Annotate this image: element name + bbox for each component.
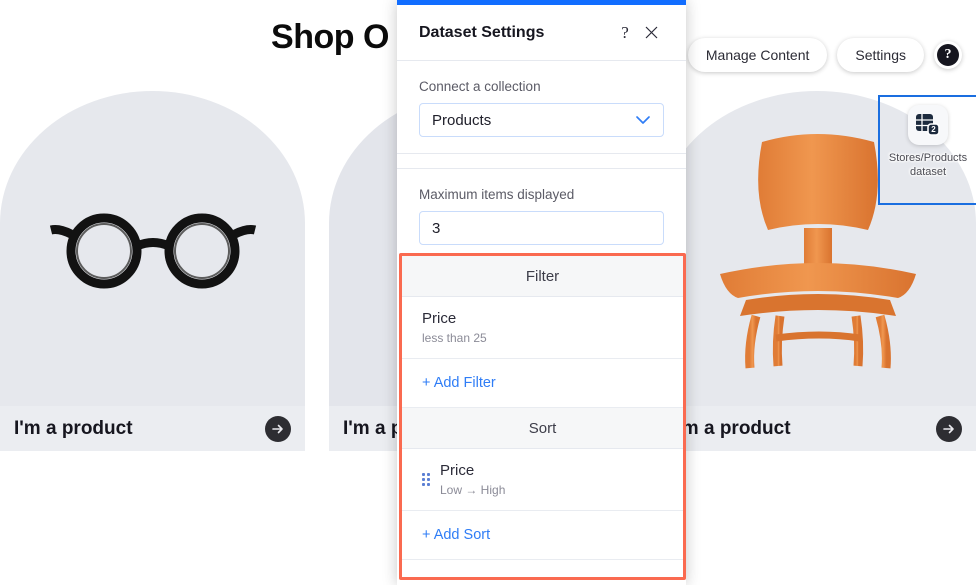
product-arrow-button[interactable] xyxy=(936,415,962,442)
sort-rule-field: Price xyxy=(440,462,475,479)
dataset-icon[interactable]: 2 xyxy=(908,105,948,145)
filter-rule-text: Price less than 25 xyxy=(422,309,663,345)
sort-section-title: Sort xyxy=(402,408,683,449)
panel-title: Dataset Settings xyxy=(419,23,545,41)
filter-section-title: Filter xyxy=(402,256,683,297)
product-arrow-button[interactable] xyxy=(265,415,291,442)
product-name: I'm a product xyxy=(14,417,133,439)
drag-handle-icon[interactable] xyxy=(422,472,430,486)
sort-rule-condition: Low → High xyxy=(440,483,506,497)
sort-rule-text: Price Low → High xyxy=(440,461,663,497)
product-name: I'm a product xyxy=(672,417,791,439)
collection-value: Products xyxy=(432,111,492,129)
max-items-label: Maximum items displayed xyxy=(419,187,575,202)
collection-field: Connect a collection Products xyxy=(397,61,686,153)
chevron-down-icon xyxy=(635,112,651,129)
max-items-field: Maximum items displayed 3 xyxy=(397,169,686,261)
filter-sort-highlight: Filter Price less than 25 + Add Filter S… xyxy=(399,253,686,580)
panel-help-icon[interactable]: ? xyxy=(612,20,638,46)
sort-rule-row[interactable]: Price Low → High xyxy=(402,449,683,511)
screenshot-root: Shop O Manage Content Settings ? I'm a p… xyxy=(0,0,976,585)
panel-body: Connect a collection Products Maximum it… xyxy=(397,61,686,585)
editor-toolbar: Manage Content Settings ? xyxy=(687,38,962,72)
collection-select[interactable]: Products xyxy=(419,103,664,137)
filter-rule-field: Price xyxy=(422,310,457,327)
dataset-badge[interactable]: 2 Stores/Products dataset xyxy=(878,95,976,205)
eyeglasses-photo xyxy=(0,91,305,406)
filter-rule-row[interactable]: Price less than 25 xyxy=(402,297,683,359)
card-caption: I'm a product xyxy=(0,406,305,451)
filter-rule-condition: less than 25 xyxy=(422,331,487,345)
close-icon[interactable] xyxy=(638,20,664,46)
settings-button[interactable]: Settings xyxy=(837,38,924,72)
product-card[interactable]: I'm a product xyxy=(0,91,305,451)
svg-text:2: 2 xyxy=(931,125,936,134)
arrow-right-icon xyxy=(272,424,283,433)
question-mark-icon: ? xyxy=(937,44,959,66)
arrow-right-icon xyxy=(943,424,954,433)
card-caption: I'm a product xyxy=(658,406,976,451)
panel-header: Dataset Settings ? xyxy=(397,5,686,61)
dataset-settings-panel: Dataset Settings ? Connect a collection … xyxy=(397,0,686,585)
collection-label: Connect a collection xyxy=(419,79,541,94)
add-sort-button[interactable]: + Add Sort xyxy=(402,511,683,560)
dataset-badge-label: Stores/Products dataset xyxy=(888,152,968,178)
max-items-input[interactable]: 3 xyxy=(419,211,664,245)
manage-content-button[interactable]: Manage Content xyxy=(687,38,828,72)
add-filter-button[interactable]: + Add Filter xyxy=(402,359,683,408)
help-button[interactable]: ? xyxy=(934,41,962,69)
max-items-value: 3 xyxy=(432,219,441,237)
